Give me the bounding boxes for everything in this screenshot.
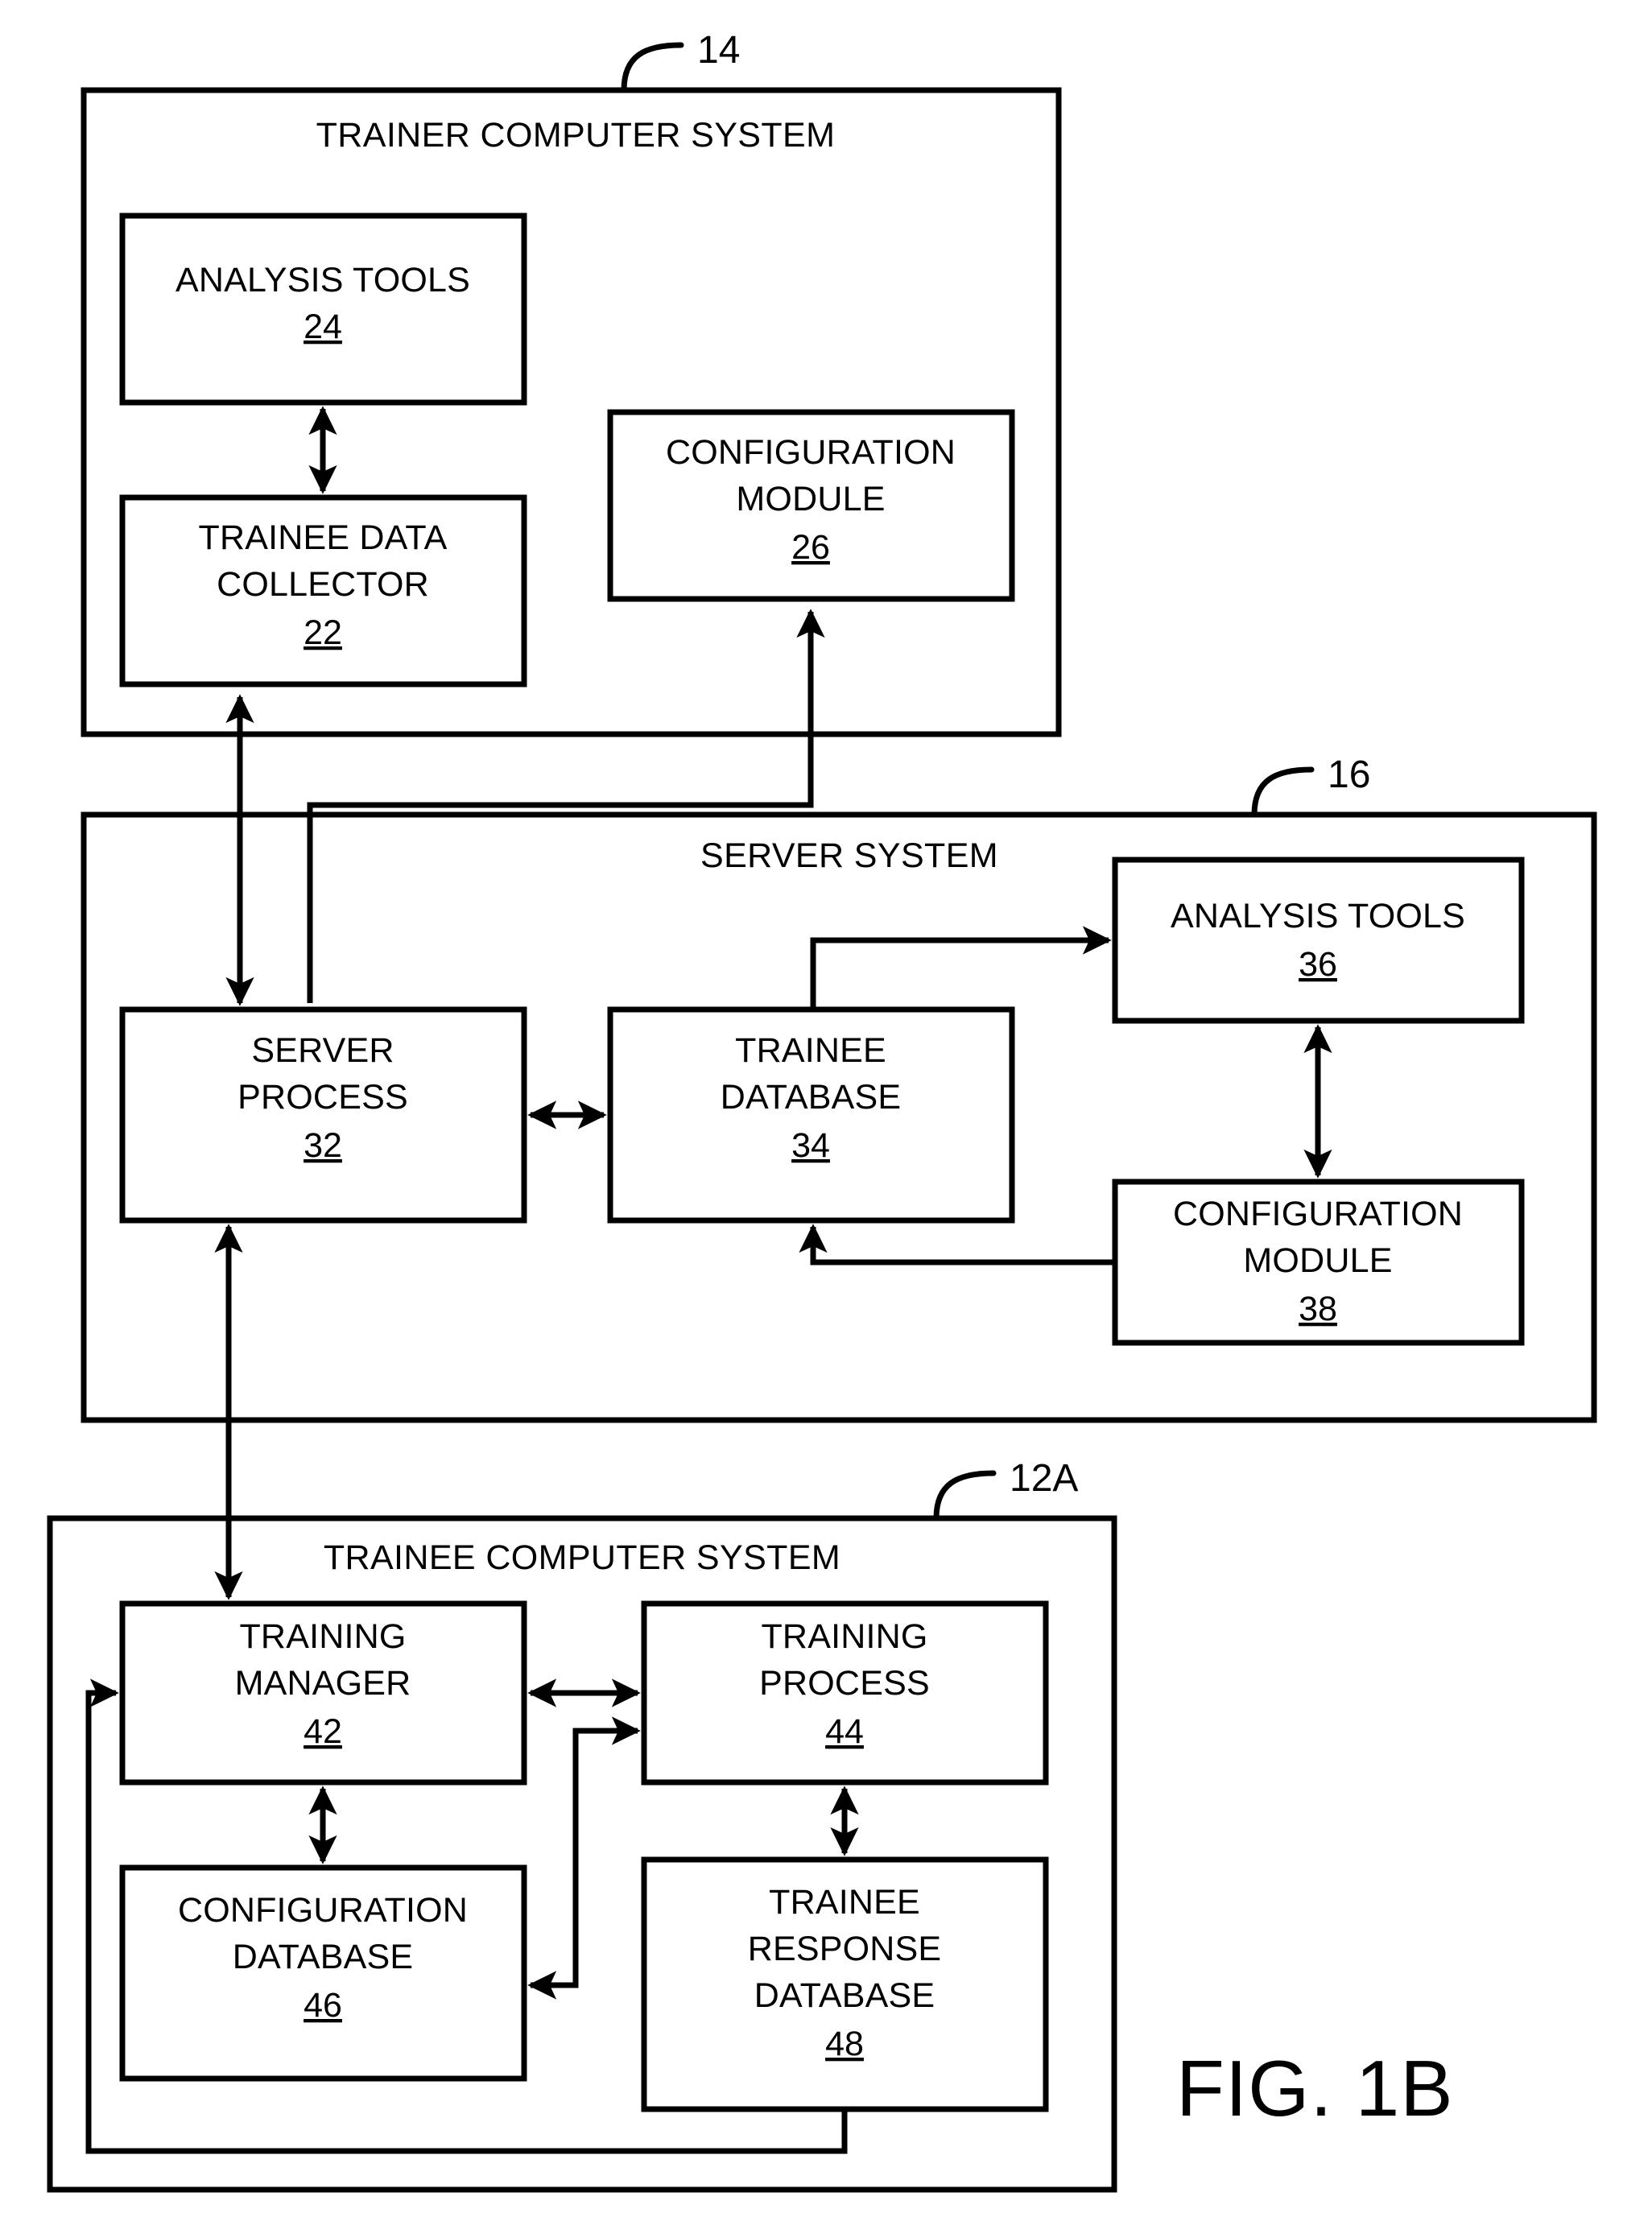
box-trainee-database-34-ref: 34 xyxy=(791,1126,830,1165)
box-analysis-tools-36-line-1: ANALYSIS TOOLS xyxy=(1171,897,1465,935)
panel-trainer-title: TRAINER COMPUTER SYSTEM xyxy=(316,116,836,155)
box-configuration-database-46-line-2: DATABASE xyxy=(233,1938,414,1976)
box-analysis-tools-36-ref: 36 xyxy=(1299,945,1337,984)
box-trainee-data-collector-22-ref: 22 xyxy=(304,613,342,652)
box-analysis-tools-24: ANALYSIS TOOLS 24 xyxy=(119,213,527,406)
box-trainee-response-database-48-ref: 48 xyxy=(825,2025,864,2063)
box-trainee-response-database-48-line-2: RESPONSE xyxy=(748,1930,942,1968)
box-configuration-module-38: CONFIGURATION MODULE 38 xyxy=(1112,1179,1525,1346)
box-training-manager-42-line-2: MANAGER xyxy=(235,1664,411,1703)
box-training-process-44: TRAINING PROCESS 44 xyxy=(641,1600,1049,1786)
box-training-process-44-line-1: TRAINING xyxy=(761,1617,927,1656)
panel-trainee-title: TRAINEE COMPUTER SYSTEM xyxy=(324,1538,840,1577)
box-configuration-database-46-line-1: CONFIGURATION xyxy=(178,1891,468,1930)
box-trainee-data-collector-22: TRAINEE DATA COLLECTOR 22 xyxy=(119,494,527,687)
callout-leader-12a xyxy=(933,1470,997,1521)
box-server-process-32-ref: 32 xyxy=(304,1126,342,1165)
box-configuration-database-46-ref: 46 xyxy=(304,1986,342,2025)
box-analysis-tools-24-ref: 24 xyxy=(304,308,342,346)
callout-label-14: 14 xyxy=(697,29,740,72)
box-analysis-tools-24-line-1: ANALYSIS TOOLS xyxy=(176,261,470,299)
box-trainee-response-database-48: TRAINEE RESPONSE DATABASE 48 xyxy=(641,1856,1049,2112)
box-configuration-module-38-ref: 38 xyxy=(1299,1290,1337,1328)
callout-leader-14 xyxy=(621,42,684,93)
box-trainee-response-database-48-line-3: DATABASE xyxy=(754,1976,935,2015)
box-trainee-data-collector-22-line-1: TRAINEE DATA xyxy=(198,518,447,557)
box-configuration-module-26-line-1: CONFIGURATION xyxy=(666,433,956,472)
box-configuration-database-46: CONFIGURATION DATABASE 46 xyxy=(119,1864,527,2082)
figure-label: FIG. 1B xyxy=(1176,2044,1454,2132)
box-training-manager-42: TRAINING MANAGER 42 xyxy=(119,1600,527,1786)
box-trainee-database-34-line-2: DATABASE xyxy=(721,1078,902,1117)
panel-trainer-computer-system: TRAINER COMPUTER SYSTEM 14 ANALYSIS TOOL… xyxy=(81,29,1062,737)
box-configuration-module-38-line-1: CONFIGURATION xyxy=(1173,1195,1463,1233)
diagram-canvas: TRAINER COMPUTER SYSTEM 14 ANALYSIS TOOL… xyxy=(47,29,1597,2193)
box-trainee-database-34: TRAINEE DATABASE 34 xyxy=(607,1006,1015,1224)
panel-server-title: SERVER SYSTEM xyxy=(700,836,998,875)
box-training-manager-42-ref: 42 xyxy=(304,1712,342,1751)
box-training-manager-42-line-1: TRAINING xyxy=(239,1617,406,1656)
callout-label-16: 16 xyxy=(1328,753,1370,796)
box-training-process-44-ref: 44 xyxy=(825,1712,864,1751)
box-server-process-32-line-2: PROCESS xyxy=(237,1078,408,1117)
box-analysis-tools-36-border xyxy=(1112,857,1525,1024)
box-configuration-module-26: CONFIGURATION MODULE 26 xyxy=(607,409,1015,602)
box-trainee-response-database-48-line-1: TRAINEE xyxy=(769,1883,920,1922)
box-server-process-32: SERVER PROCESS 32 xyxy=(119,1006,527,1224)
box-configuration-module-26-line-2: MODULE xyxy=(736,480,885,518)
box-training-process-44-line-2: PROCESS xyxy=(759,1664,930,1703)
patent-figure-1b: TRAINER COMPUTER SYSTEM 14 ANALYSIS TOOL… xyxy=(0,0,1652,2213)
box-analysis-tools-36: ANALYSIS TOOLS 36 xyxy=(1112,857,1525,1024)
box-trainee-database-34-line-1: TRAINEE xyxy=(735,1031,886,1070)
box-trainee-data-collector-22-line-2: COLLECTOR xyxy=(217,565,429,604)
box-configuration-module-38-line-2: MODULE xyxy=(1243,1241,1392,1280)
box-configuration-module-26-ref: 26 xyxy=(791,528,830,567)
callout-leader-16 xyxy=(1251,766,1315,818)
callout-label-12a: 12A xyxy=(1010,1457,1078,1500)
panel-trainee-computer-system: TRAINEE COMPUTER SYSTEM 12A TRAINING MAN… xyxy=(47,1457,1117,2193)
box-server-process-32-line-1: SERVER xyxy=(251,1031,394,1070)
